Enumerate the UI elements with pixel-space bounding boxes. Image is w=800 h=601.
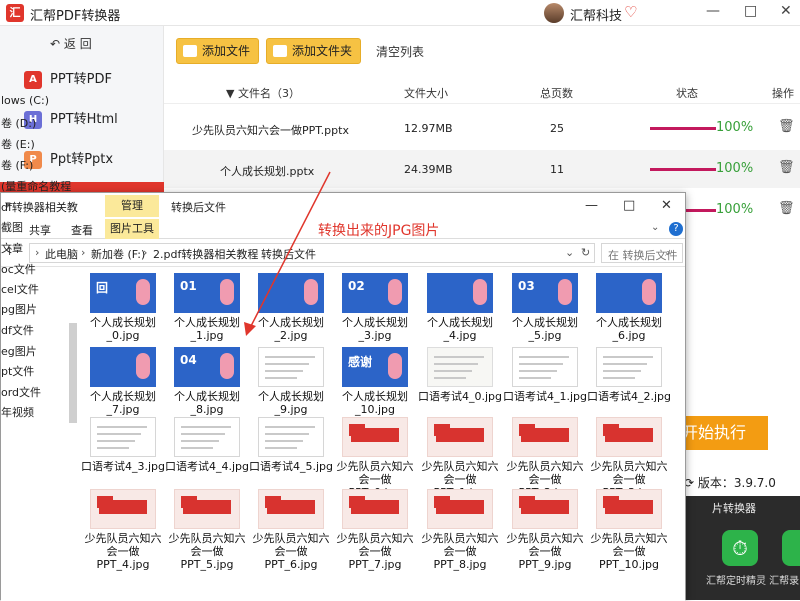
annotation-label: 转换出来的JPG图片 — [318, 223, 440, 239]
annotation-arrow — [244, 171, 331, 336]
